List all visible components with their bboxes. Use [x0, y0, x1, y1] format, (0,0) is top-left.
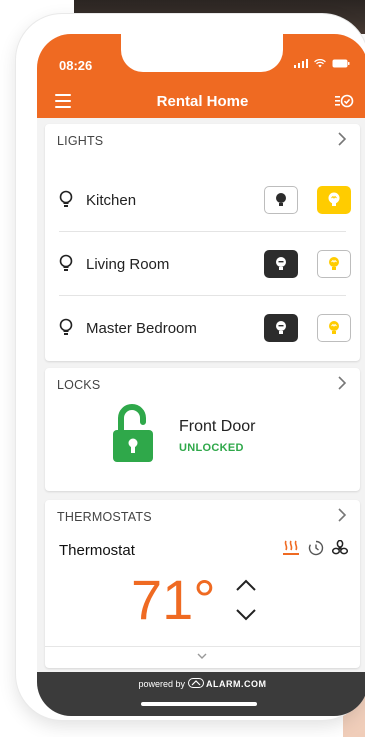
- status-bar: 08:26: [37, 34, 365, 84]
- wifi-icon: [314, 59, 326, 68]
- light-name: Master Bedroom: [86, 320, 197, 337]
- lights-card: LIGHTS Kitchen Living Room Master Bedroo…: [45, 124, 360, 361]
- chevron-right-icon[interactable]: [336, 375, 348, 391]
- lightbulb-outline-icon: [59, 318, 73, 335]
- schedule-icon[interactable]: [308, 540, 324, 556]
- chevron-right-icon[interactable]: [336, 507, 348, 523]
- light-off-button[interactable]: [264, 186, 298, 214]
- light-row-master-bedroom: Master Bedroom: [45, 296, 360, 360]
- fan-icon[interactable]: [332, 540, 348, 556]
- home-indicator[interactable]: [141, 702, 257, 706]
- light-on-button[interactable]: [317, 250, 351, 278]
- checklist-icon[interactable]: [334, 92, 354, 110]
- lightbulb-outline-icon: [59, 190, 73, 207]
- lock-device-name: Front Door: [179, 418, 256, 435]
- thermostat-name: Thermostat: [59, 542, 135, 559]
- light-off-button[interactable]: [264, 250, 298, 278]
- phone-screen: 08:26 Rental Home LIGHTS Kitchen Living …: [37, 34, 365, 716]
- lightbulb-off-icon: [276, 321, 286, 334]
- powered-by: powered by ALARM.COM: [37, 678, 365, 689]
- chevron-right-icon[interactable]: [336, 131, 348, 147]
- signal-icon: [294, 59, 308, 68]
- expand-row[interactable]: [45, 646, 360, 669]
- battery-icon: [332, 59, 350, 68]
- chevron-up-icon[interactable]: [235, 578, 257, 592]
- light-row-kitchen: Kitchen: [45, 168, 360, 232]
- light-off-button[interactable]: [264, 314, 298, 342]
- chevron-down-icon[interactable]: [235, 608, 257, 622]
- locks-card: LOCKS Front Door UNLOCKED: [45, 368, 360, 491]
- locks-section-title: LOCKS: [57, 378, 101, 392]
- notch: [121, 34, 283, 72]
- thermostat-mode-icons: [282, 540, 348, 556]
- status-time: 08:26: [59, 58, 93, 73]
- app-header: Rental Home: [37, 84, 365, 118]
- lightbulb-outline-icon: [59, 254, 73, 271]
- expand-chevron-icon[interactable]: [196, 652, 208, 660]
- status-icons: [294, 59, 350, 68]
- lightbulb-off-icon: [276, 193, 286, 206]
- heat-icon[interactable]: [282, 540, 300, 556]
- thermostat-temperature: 71°: [131, 568, 216, 631]
- alarm-logo-icon: [187, 678, 204, 688]
- lightbulb-on-icon: [329, 321, 339, 334]
- phone-frame: 08:26 Rental Home LIGHTS Kitchen Living …: [16, 14, 365, 720]
- page-title: Rental Home: [156, 93, 249, 110]
- unlocked-padlock-icon[interactable]: [109, 404, 157, 464]
- footer: powered by ALARM.COM: [37, 672, 365, 716]
- thermostats-section-title: THERMOSTATS: [57, 510, 152, 524]
- lightbulb-on-icon: [328, 192, 340, 206]
- brand-name: ALARM.COM: [206, 679, 267, 689]
- thermostats-card: THERMOSTATS Thermostat 71°: [45, 500, 360, 668]
- lights-section-title: LIGHTS: [57, 134, 104, 148]
- powered-by-text: powered by: [138, 679, 185, 689]
- light-row-living-room: Living Room: [45, 232, 360, 296]
- light-name: Living Room: [86, 256, 170, 273]
- light-name: Kitchen: [86, 192, 137, 209]
- lightbulb-off-icon: [276, 257, 286, 270]
- light-on-button[interactable]: [317, 314, 351, 342]
- lightbulb-on-icon: [329, 257, 339, 270]
- light-on-button[interactable]: [317, 186, 351, 214]
- lock-status: UNLOCKED: [179, 442, 244, 454]
